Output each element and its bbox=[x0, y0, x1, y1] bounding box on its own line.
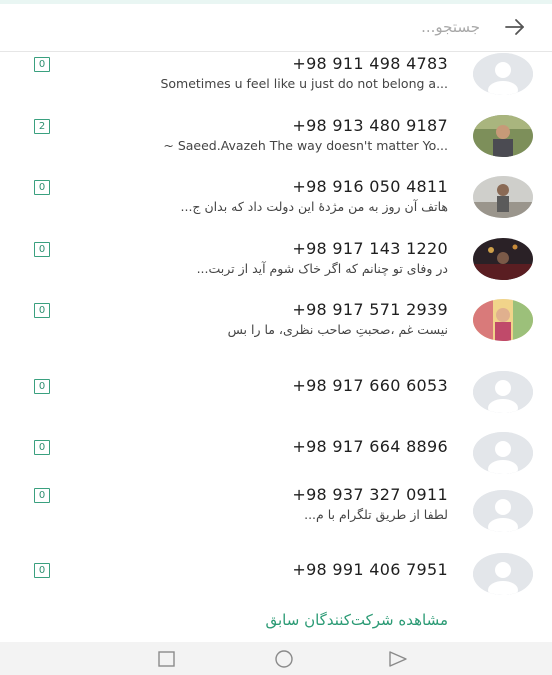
home-button[interactable] bbox=[271, 648, 297, 670]
default-avatar bbox=[473, 553, 533, 595]
photo-avatar bbox=[473, 114, 533, 157]
default-avatar bbox=[473, 489, 533, 532]
photo-avatar bbox=[473, 176, 533, 218]
recent-apps-button[interactable] bbox=[154, 648, 180, 670]
phone-number: +98 911 498 4783 bbox=[292, 54, 448, 73]
last-message: نیست غم ،صحبتِ صاحب نظری، ما را بس bbox=[227, 322, 448, 337]
phone-number: +98 917 660 6053 bbox=[292, 375, 448, 395]
default-avatar bbox=[473, 370, 533, 413]
last-message: Sometimes u feel like u just do not belo… bbox=[160, 76, 448, 91]
count-badge: 0 bbox=[34, 563, 50, 578]
default-avatar bbox=[473, 53, 533, 95]
back-nav-button[interactable] bbox=[385, 648, 411, 670]
phone-number: +98 916 050 4811 bbox=[292, 177, 448, 196]
count-badge: 0 bbox=[34, 241, 50, 257]
last-message: در وفای تو چنانم که اگر خاک شوم آید از ت… bbox=[196, 260, 448, 276]
participants-list: 0 +98 911 498 4783 Sometimes u feel like… bbox=[0, 53, 552, 607]
photo-avatar bbox=[473, 299, 533, 341]
participant-row[interactable]: 0 +98 991 406 7951 bbox=[0, 545, 552, 607]
phone-number: +98 991 406 7951 bbox=[292, 560, 448, 579]
count-badge: 0 bbox=[34, 440, 50, 455]
last-message: ~ Saeed.Avazeh The way doesn't matter Yo… bbox=[163, 137, 448, 153]
system-navigation-bar bbox=[0, 642, 552, 675]
count-badge: 0 bbox=[34, 180, 50, 195]
participant-row[interactable]: 0 +98 917 143 1220 در وفای تو چنانم که ا… bbox=[0, 237, 552, 300]
circle-icon bbox=[275, 650, 293, 668]
phone-number: +98 917 571 2939 bbox=[292, 300, 448, 319]
count-badge: 0 bbox=[34, 487, 50, 503]
last-message: لطفا از طریق تلگرام با م... bbox=[304, 506, 448, 522]
count-badge: 0 bbox=[34, 303, 50, 318]
participant-row[interactable]: 2 +98 913 480 9187 ~ Saeed.Avazeh The wa… bbox=[0, 114, 552, 177]
default-avatar bbox=[473, 432, 533, 474]
photo-avatar bbox=[473, 237, 533, 280]
status-strip bbox=[0, 0, 552, 4]
participant-row[interactable]: 0 +98 916 050 4811 هاتف آن روز به من مژد… bbox=[0, 176, 552, 238]
square-icon bbox=[158, 651, 175, 667]
phone-number: +98 917 664 8896 bbox=[292, 437, 448, 456]
phone-number: +98 917 143 1220 bbox=[292, 238, 448, 258]
phone-number: +98 937 327 0911 bbox=[292, 484, 448, 504]
participant-row[interactable]: 0 +98 937 327 0911 لطفا از طریق تلگرام ب… bbox=[0, 484, 552, 546]
search-input[interactable] bbox=[340, 14, 480, 40]
count-badge: 0 bbox=[34, 57, 50, 72]
previous-participants-link[interactable]: مشاهده شرکت‌کنندگان سابق bbox=[266, 611, 449, 629]
triangle-back-icon bbox=[389, 651, 407, 667]
participant-row[interactable]: 0 +98 917 571 2939 نیست غم ،صحبتِ صاحب ن… bbox=[0, 299, 552, 361]
participant-row[interactable]: 0 +98 917 664 8896 bbox=[0, 422, 552, 484]
arrow-right-icon bbox=[505, 19, 524, 35]
participant-row[interactable]: 0 +98 917 660 6053 bbox=[0, 361, 552, 423]
participant-row[interactable]: 0 +98 911 498 4783 Sometimes u feel like… bbox=[0, 53, 552, 115]
last-message: هاتف آن روز به من مژدهٔ این دولت داد که … bbox=[180, 199, 448, 214]
back-button[interactable] bbox=[498, 12, 532, 42]
phone-number: +98 913 480 9187 bbox=[292, 115, 448, 135]
count-badge: 0 bbox=[34, 378, 50, 394]
count-badge: 2 bbox=[34, 118, 50, 134]
search-bar bbox=[0, 0, 552, 52]
